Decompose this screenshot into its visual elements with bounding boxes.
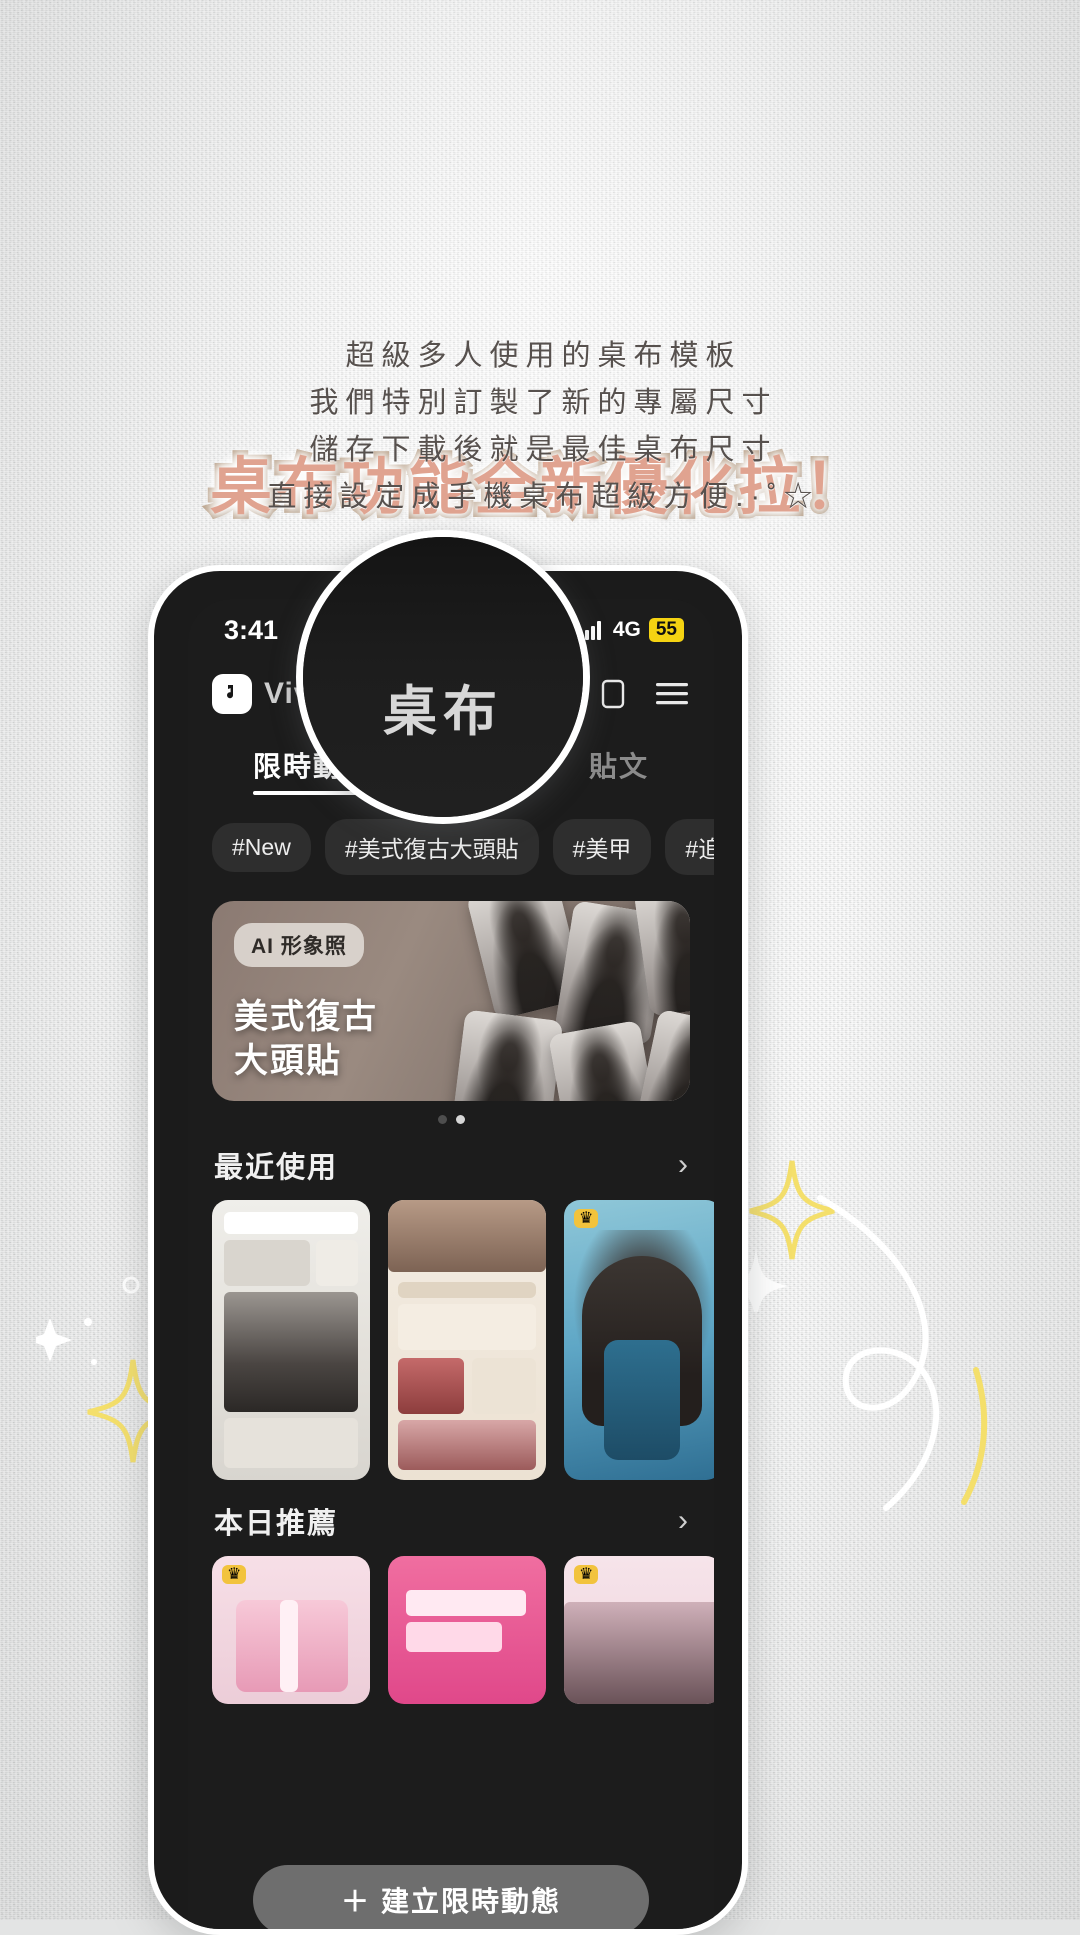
template-card-bon-voyage[interactable]: ♛ <box>564 1200 714 1480</box>
chevron-right-icon[interactable]: › <box>678 1148 688 1182</box>
chip-idol[interactable]: #追星 <box>665 819 714 875</box>
plus-icon: ＋ <box>340 1886 371 1917</box>
subtitle-line-3: 儲存下載後就是最佳桌布尺寸 <box>309 434 778 466</box>
promo-banner[interactable]: AI 形象照 美式復古 大頭貼 <box>212 901 690 1101</box>
template-card-pink-portrait[interactable]: ♛ <box>564 1556 714 1704</box>
battery-badge: 55 <box>648 618 684 642</box>
chevron-right-icon-2[interactable]: › <box>678 1504 688 1538</box>
chip-nail[interactable]: #美甲 <box>552 819 652 875</box>
page-subtitle: 超級多人使用的桌布模板 我們特別訂製了新的專屬尺寸 儲存下載後就是最佳桌布尺寸 … <box>0 333 1080 521</box>
crown-icon-3: ♛ <box>574 1565 599 1584</box>
section-title-today: 本日推薦 <box>214 1508 339 1540</box>
chip-vintage-sticker[interactable]: #美式復古大頭貼 <box>324 819 539 875</box>
magnified-wallpaper-tab-label: 桌布 <box>383 681 503 742</box>
ai-badge: AI 形象照 <box>234 923 364 967</box>
crown-icon-2: ♛ <box>222 1565 247 1584</box>
banner-pagination-dots <box>188 1115 714 1124</box>
hamburger-menu-icon[interactable] <box>656 681 688 707</box>
status-indicators: 4G 55 <box>578 618 684 642</box>
app-logo-icon[interactable] <box>212 674 252 714</box>
subtitle-line-1: 超級多人使用的桌布模板 <box>345 340 742 372</box>
section-title-recent: 最近使用 <box>214 1152 339 1184</box>
crown-icon: ♛ <box>574 1209 599 1228</box>
section-header-recent: 最近使用 › <box>188 1124 714 1200</box>
template-card-pink-gift[interactable]: ♛ <box>212 1556 370 1704</box>
pagination-dot[interactable] <box>437 1115 447 1124</box>
hashtag-chip-row: #New #美式復古大頭貼 #美甲 #追星 <box>188 813 714 885</box>
banner-title: 美式復古 大頭貼 <box>234 995 378 1083</box>
section-header-today: 本日推薦 › <box>188 1480 714 1556</box>
template-card-portfolio[interactable] <box>212 1200 370 1480</box>
tablet-icon[interactable] <box>600 679 626 709</box>
network-type-label: 4G <box>612 618 641 641</box>
pagination-dot-active[interactable] <box>455 1115 465 1124</box>
status-time: 3:41 <box>224 614 279 645</box>
template-card-dessert[interactable] <box>388 1200 546 1480</box>
banner-title-line-1: 美式復古 <box>234 998 378 1036</box>
magnifier-lens: 桌布 <box>296 530 590 824</box>
chip-new[interactable]: #New <box>212 822 311 872</box>
template-card-in-my-life[interactable] <box>388 1556 546 1704</box>
recent-card-row: ♛ <box>188 1200 714 1480</box>
subtitle-line-4: 直接設定成手機桌布超級方便.·˚☆ <box>267 481 820 513</box>
create-story-label: 建立限時動態 <box>381 1886 562 1917</box>
headline-container: 桌布功能全新優化拉！ 桌布功能全新優化拉！ <box>0 218 1080 527</box>
today-card-row: ♛ ♛ <box>188 1556 714 1704</box>
tab-posts[interactable]: 貼文 <box>589 745 649 795</box>
banner-title-line-2: 大頭貼 <box>234 1042 342 1080</box>
subtitle-line-2: 我們特別訂製了新的專屬尺寸 <box>309 387 778 419</box>
create-story-button[interactable]: ＋ 建立限時動態 <box>253 1865 649 1929</box>
